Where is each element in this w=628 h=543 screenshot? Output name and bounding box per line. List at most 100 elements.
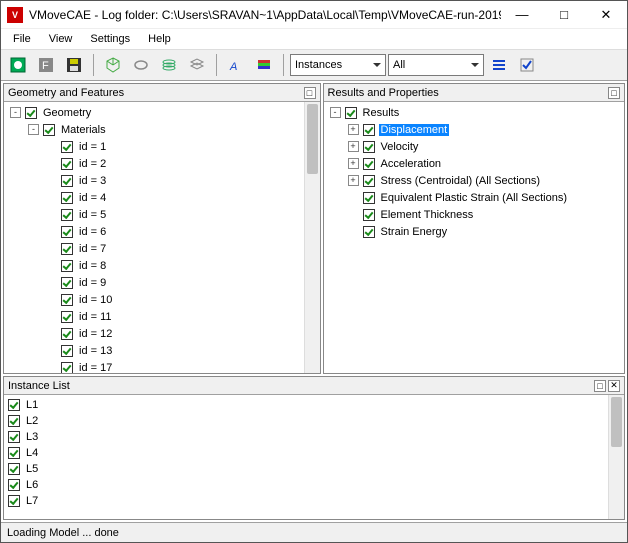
expand-icon[interactable]: + <box>348 141 359 152</box>
tree-node[interactable]: id = 12 <box>4 325 320 342</box>
tool-ellipse-icon[interactable] <box>128 52 154 78</box>
checkbox[interactable] <box>61 175 73 187</box>
tree-node[interactable]: id = 2 <box>4 155 320 172</box>
checkbox[interactable] <box>61 345 73 357</box>
tree-node[interactable]: id = 13 <box>4 342 320 359</box>
tree-label: id = 6 <box>77 226 108 238</box>
scrollbar[interactable] <box>304 102 320 373</box>
tool-open-icon[interactable] <box>5 52 31 78</box>
panel-max-icon[interactable]: □ <box>608 87 620 99</box>
checkbox[interactable] <box>61 209 73 221</box>
tool-font-icon[interactable]: F <box>33 52 59 78</box>
tree-node[interactable]: +Velocity <box>324 138 624 155</box>
close-button[interactable]: ✕ <box>585 1 627 29</box>
tree-node[interactable]: id = 3 <box>4 172 320 189</box>
tree-node[interactable]: id = 1 <box>4 138 320 155</box>
collapse-icon[interactable]: - <box>330 107 341 118</box>
menu-settings[interactable]: Settings <box>82 31 138 47</box>
tool-text-icon[interactable]: A <box>223 52 249 78</box>
collapse-icon[interactable]: - <box>28 124 39 135</box>
checkbox[interactable] <box>61 243 73 255</box>
checkbox[interactable] <box>25 107 37 119</box>
checkbox[interactable] <box>43 124 55 136</box>
tool-cube-icon[interactable] <box>100 52 126 78</box>
list-item[interactable]: L7 <box>8 493 620 509</box>
menu-help[interactable]: Help <box>140 31 179 47</box>
tree-node[interactable]: Element Thickness <box>324 206 624 223</box>
tree-node[interactable]: id = 8 <box>4 257 320 274</box>
checkbox[interactable] <box>61 192 73 204</box>
checkbox[interactable] <box>61 260 73 272</box>
dropdown-all[interactable]: All <box>388 54 484 76</box>
list-item[interactable]: L6 <box>8 477 620 493</box>
list-item[interactable]: L4 <box>8 445 620 461</box>
checkbox[interactable] <box>363 158 375 170</box>
menu-file[interactable]: File <box>5 31 39 47</box>
tree-node[interactable]: +Stress (Centroidal) (All Sections) <box>324 172 624 189</box>
instance-list[interactable]: L1L2L3L4L5L6L7 <box>4 395 624 519</box>
tree-node[interactable]: id = 17 <box>4 359 320 373</box>
checkbox[interactable] <box>363 192 375 204</box>
checkbox[interactable] <box>363 124 375 136</box>
tool-list-icon[interactable] <box>486 52 512 78</box>
checkbox[interactable] <box>61 277 73 289</box>
checkbox[interactable] <box>8 431 20 443</box>
list-item[interactable]: L1 <box>8 397 620 413</box>
tree-node[interactable]: id = 4 <box>4 189 320 206</box>
expand-icon[interactable]: + <box>348 158 359 169</box>
panel-close-icon[interactable]: ✕ <box>608 380 620 392</box>
checkbox[interactable] <box>61 226 73 238</box>
checkbox[interactable] <box>61 328 73 340</box>
checkbox[interactable] <box>363 175 375 187</box>
expand-icon[interactable]: + <box>348 124 359 135</box>
tree-node[interactable]: id = 9 <box>4 274 320 291</box>
checkbox[interactable] <box>8 479 20 491</box>
checkbox[interactable] <box>8 415 20 427</box>
collapse-icon[interactable]: - <box>10 107 21 118</box>
list-item[interactable]: L2 <box>8 413 620 429</box>
tree-node[interactable]: id = 5 <box>4 206 320 223</box>
list-item[interactable]: L5 <box>8 461 620 477</box>
tree-node[interactable]: -Geometry <box>4 104 320 121</box>
checkbox[interactable] <box>8 399 20 411</box>
tool-palette-icon[interactable] <box>251 52 277 78</box>
tool-save-icon[interactable] <box>61 52 87 78</box>
checkbox[interactable] <box>363 141 375 153</box>
tool-stack-icon[interactable] <box>184 52 210 78</box>
tree-node[interactable]: Equivalent Plastic Strain (All Sections) <box>324 189 624 206</box>
tree-node[interactable]: -Results <box>324 104 624 121</box>
tree-node[interactable]: Strain Energy <box>324 223 624 240</box>
dropdown-instances[interactable]: Instances <box>290 54 386 76</box>
geometry-tree[interactable]: -Geometry-Materialsid = 1id = 2id = 3id … <box>4 102 320 373</box>
panel-max-icon[interactable]: □ <box>304 87 316 99</box>
list-item[interactable]: L3 <box>8 429 620 445</box>
menu-view[interactable]: View <box>41 31 81 47</box>
tree-node[interactable]: -Materials <box>4 121 320 138</box>
tree-node[interactable]: id = 11 <box>4 308 320 325</box>
tool-layers-icon[interactable] <box>156 52 182 78</box>
checkbox[interactable] <box>61 158 73 170</box>
results-tree[interactable]: -Results+Displacement+Velocity+Accelerat… <box>324 102 624 373</box>
expand-icon[interactable]: + <box>348 175 359 186</box>
minimize-button[interactable]: — <box>501 1 543 29</box>
tree-node[interactable]: id = 7 <box>4 240 320 257</box>
checkbox[interactable] <box>8 495 20 507</box>
tree-node[interactable]: +Acceleration <box>324 155 624 172</box>
checkbox[interactable] <box>345 107 357 119</box>
tree-node[interactable]: id = 10 <box>4 291 320 308</box>
tool-check-icon[interactable] <box>514 52 540 78</box>
checkbox[interactable] <box>8 447 20 459</box>
panel-max-icon[interactable]: □ <box>594 380 606 392</box>
tree-node[interactable]: +Displacement <box>324 121 624 138</box>
maximize-button[interactable]: □ <box>543 1 585 29</box>
checkbox[interactable] <box>61 311 73 323</box>
checkbox[interactable] <box>61 294 73 306</box>
checkbox[interactable] <box>61 141 73 153</box>
checkbox[interactable] <box>363 209 375 221</box>
checkbox[interactable] <box>363 226 375 238</box>
checkbox[interactable] <box>61 362 73 374</box>
checkbox[interactable] <box>8 463 20 475</box>
tree-spacer <box>46 277 57 288</box>
scrollbar[interactable] <box>608 395 624 519</box>
tree-node[interactable]: id = 6 <box>4 223 320 240</box>
